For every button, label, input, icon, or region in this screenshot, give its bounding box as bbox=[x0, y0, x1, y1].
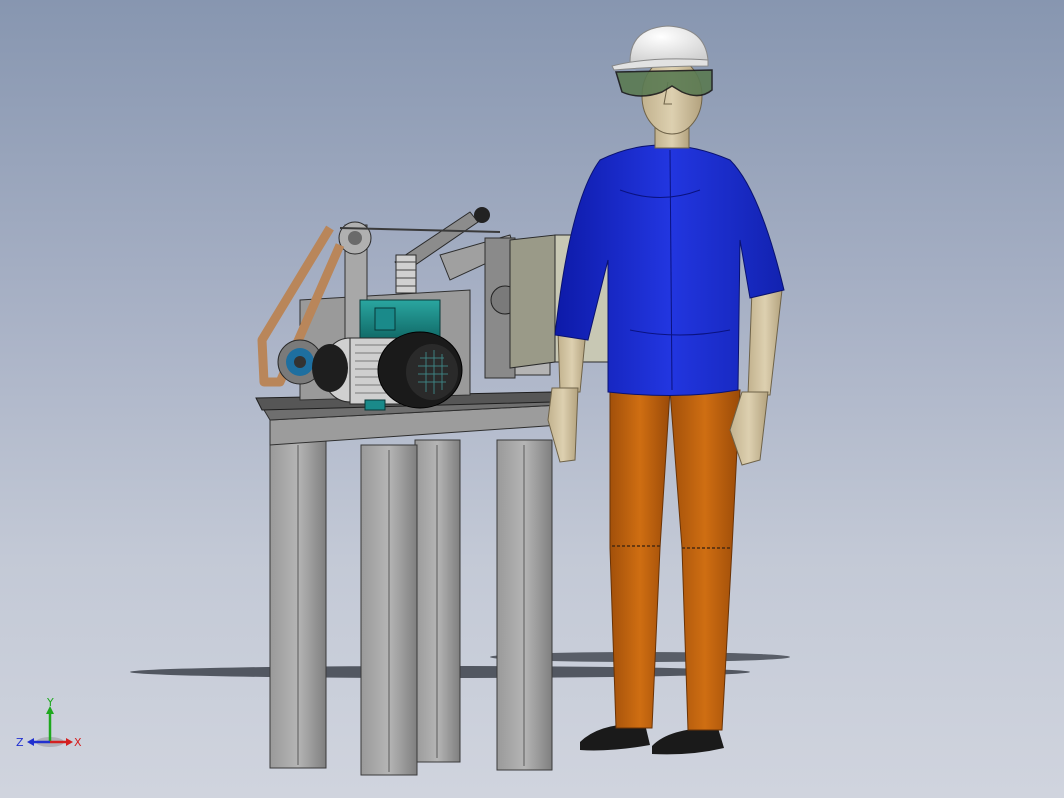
assembly-scene[interactable] bbox=[0, 0, 1064, 798]
grinder-stand[interactable] bbox=[255, 391, 561, 776]
z-axis-label: Z bbox=[16, 736, 24, 749]
axis-triad-icon: Y X Z bbox=[16, 696, 82, 749]
belt-grinder-machine[interactable] bbox=[257, 207, 551, 411]
hard-hat bbox=[611, 25, 709, 71]
coordinate-triad[interactable]: Y X Z bbox=[12, 696, 82, 758]
cad-viewport[interactable]: Y X Z bbox=[0, 0, 1064, 798]
y-axis-label: Y bbox=[46, 698, 54, 709]
x-axis-label: X bbox=[74, 736, 82, 749]
operator-mannequin[interactable] bbox=[547, 25, 785, 755]
